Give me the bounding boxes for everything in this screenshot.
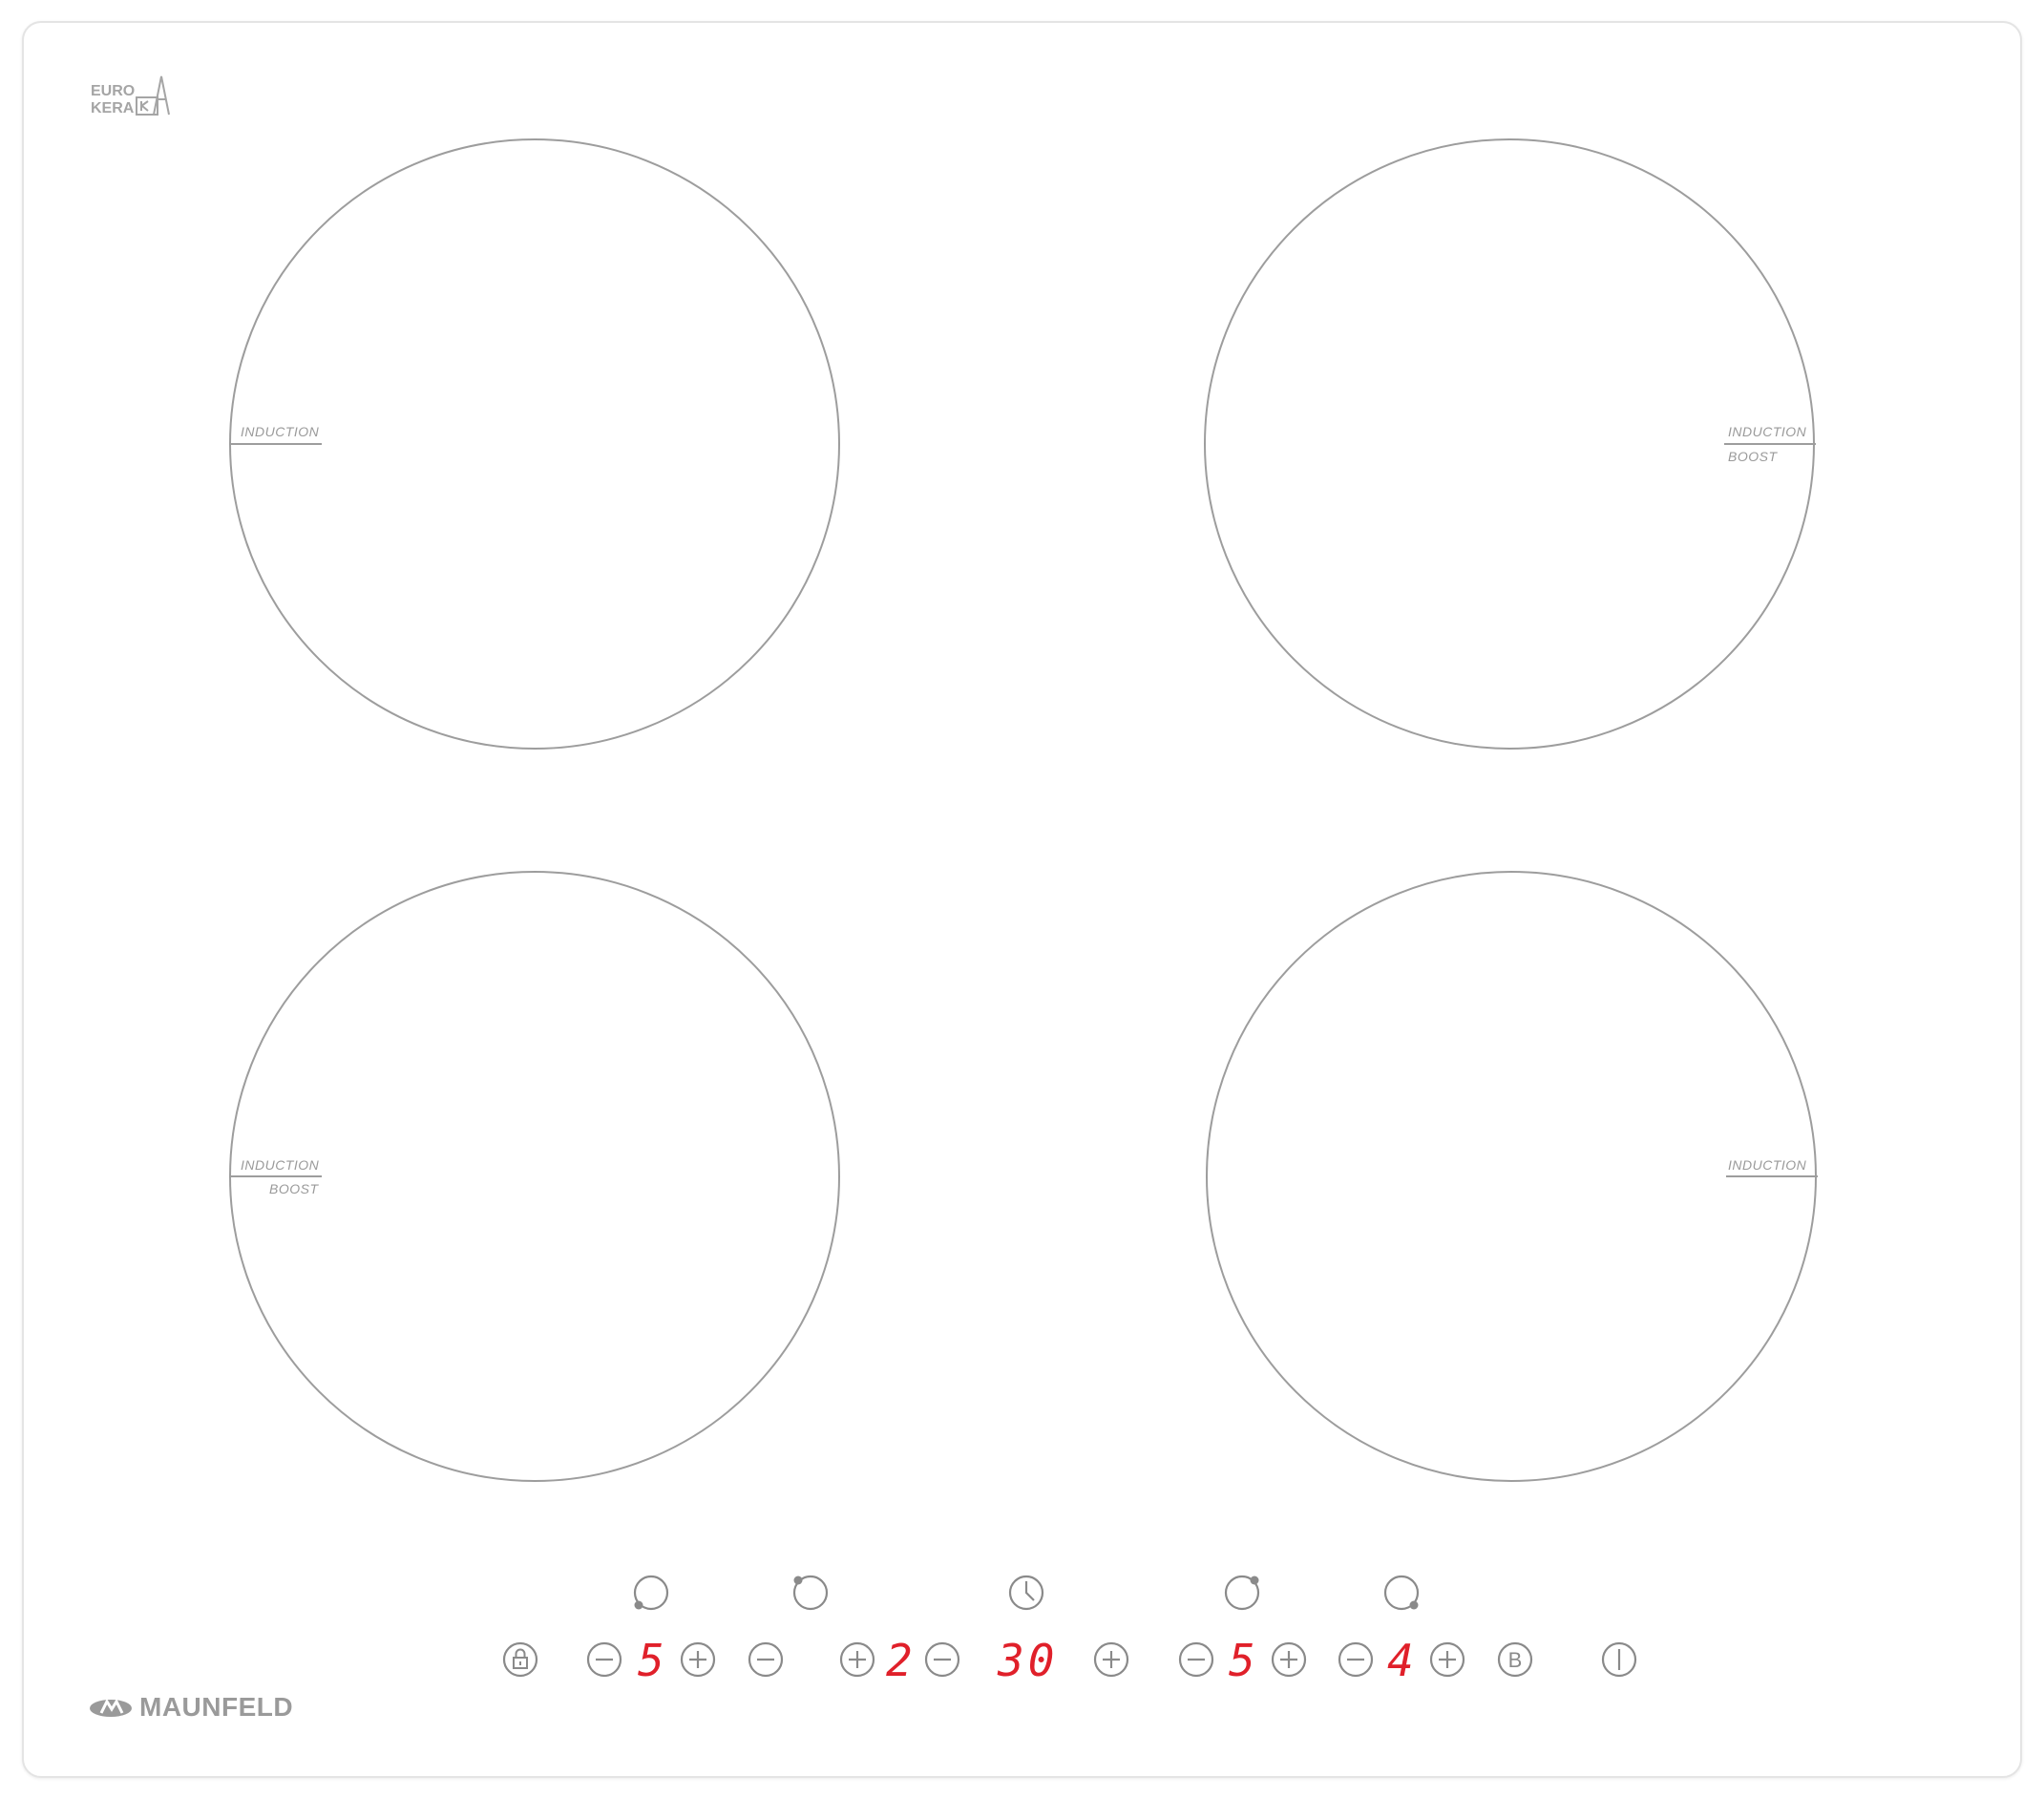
maunfeld-brand-text: MAUNFELD bbox=[139, 1692, 294, 1722]
zone-label-induction: INDUCTION bbox=[1728, 1157, 1807, 1173]
child-lock-icon[interactable] bbox=[501, 1640, 539, 1679]
zone4-minus-button-icon[interactable] bbox=[1337, 1640, 1375, 1679]
timer-plus-button-icon[interactable] bbox=[1092, 1640, 1130, 1679]
zone1-level-display: 5 bbox=[638, 1635, 668, 1686]
zone-label-boost: BOOST bbox=[1728, 449, 1778, 464]
zone-marker-line bbox=[231, 443, 322, 445]
boost-button-icon[interactable]: B bbox=[1496, 1640, 1534, 1679]
cooking-zone-top-right[interactable] bbox=[1204, 138, 1815, 750]
eurokera-logo: EURO KERA bbox=[89, 67, 179, 124]
timer-clock-icon[interactable] bbox=[1007, 1574, 1045, 1612]
zone1-plus-button-icon[interactable] bbox=[679, 1640, 717, 1679]
zone1-minus-button-icon[interactable] bbox=[585, 1640, 623, 1679]
zone2-plus-button-icon[interactable] bbox=[838, 1640, 876, 1679]
timer-minus-button-icon[interactable] bbox=[923, 1640, 961, 1679]
zone3-minus-button-icon[interactable] bbox=[1177, 1640, 1215, 1679]
timer-display: 30 bbox=[998, 1635, 1059, 1686]
zone-marker-line bbox=[231, 1175, 322, 1177]
zone-marker-line bbox=[1724, 443, 1816, 445]
boost-button-label: B bbox=[1507, 1648, 1523, 1672]
zone-top-right-select-icon[interactable] bbox=[1223, 1574, 1261, 1612]
zone2-level-display: 2 bbox=[886, 1635, 917, 1686]
zone-label-boost: BOOST bbox=[269, 1181, 319, 1196]
zone4-level-display: 4 bbox=[1387, 1635, 1418, 1686]
zone2-minus-button-icon[interactable] bbox=[747, 1640, 785, 1679]
cooking-zone-bottom-right[interactable] bbox=[1206, 871, 1817, 1482]
zone-bottom-right-select-icon[interactable] bbox=[1382, 1574, 1421, 1612]
zone-label-induction: INDUCTION bbox=[241, 1157, 320, 1173]
zone3-plus-button-icon[interactable] bbox=[1270, 1640, 1308, 1679]
svg-text:EURO: EURO bbox=[91, 83, 135, 99]
svg-text:KERA: KERA bbox=[91, 100, 135, 116]
zone-label-induction: INDUCTION bbox=[1728, 424, 1807, 439]
zone-top-left-select-icon[interactable] bbox=[791, 1574, 830, 1612]
zone-marker-line bbox=[1726, 1175, 1818, 1177]
power-button-icon[interactable] bbox=[1600, 1640, 1638, 1679]
maunfeld-logo: MAUNFELD bbox=[88, 1690, 336, 1724]
zone3-level-display: 5 bbox=[1229, 1635, 1259, 1686]
zone-bottom-left-select-icon[interactable] bbox=[632, 1574, 670, 1612]
zone4-plus-button-icon[interactable] bbox=[1428, 1640, 1466, 1679]
zone-label-induction: INDUCTION bbox=[241, 424, 320, 439]
